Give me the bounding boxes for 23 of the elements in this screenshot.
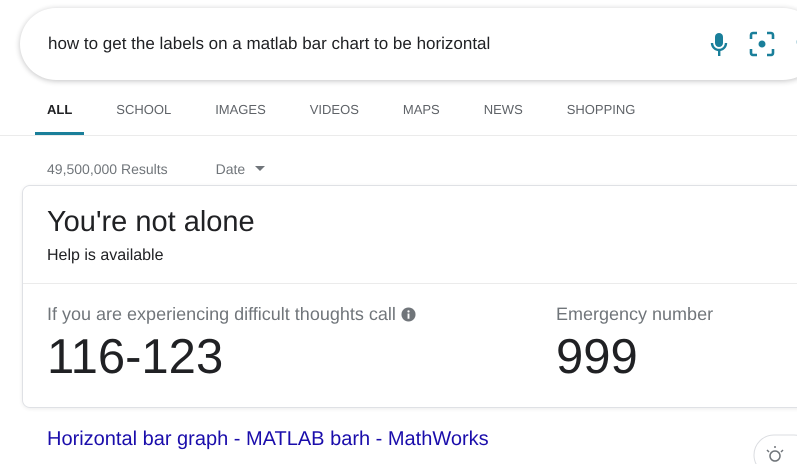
info-icon[interactable]	[400, 307, 416, 322]
caret-icon	[255, 166, 266, 172]
microphone-icon[interactable]	[709, 31, 729, 57]
phone-number: 116-123	[47, 329, 224, 385]
search-field[interactable]: how to get the labels on a matlab bar chart to be horizontal	[20, 8, 797, 80]
date-filter[interactable]: Date	[216, 161, 266, 177]
search-tab[interactable]: MAPS	[390, 94, 452, 135]
search-tab[interactable]: NEWS	[472, 94, 535, 135]
card-subtitle: Help is available	[47, 247, 165, 265]
result-title-link[interactable]: Horizontal bar graph - MATLAB barh - MathWorks	[47, 428, 489, 451]
contact-label: If you are experiencing difficult thoughts call	[47, 304, 396, 325]
sun-icon[interactable]	[753, 434, 797, 464]
search-tab[interactable]: VIDEOS	[298, 94, 371, 135]
card-title: You're not alone	[47, 206, 256, 239]
camera-lens-icon[interactable]	[749, 31, 775, 57]
search-query: how to get the labels on a matlab bar chart to be horizontal	[48, 34, 492, 54]
results-count: 49,500,000 Results	[47, 161, 168, 177]
search-tab[interactable]: SCHOOL	[104, 94, 184, 135]
search-tab[interactable]: ALL	[35, 94, 84, 135]
search-tab[interactable]: SHOPPING	[554, 94, 648, 135]
search-tab[interactable]: IMAGES	[203, 94, 278, 135]
contact-label: Emergency number	[556, 304, 714, 325]
phone-number: 999	[556, 329, 639, 385]
